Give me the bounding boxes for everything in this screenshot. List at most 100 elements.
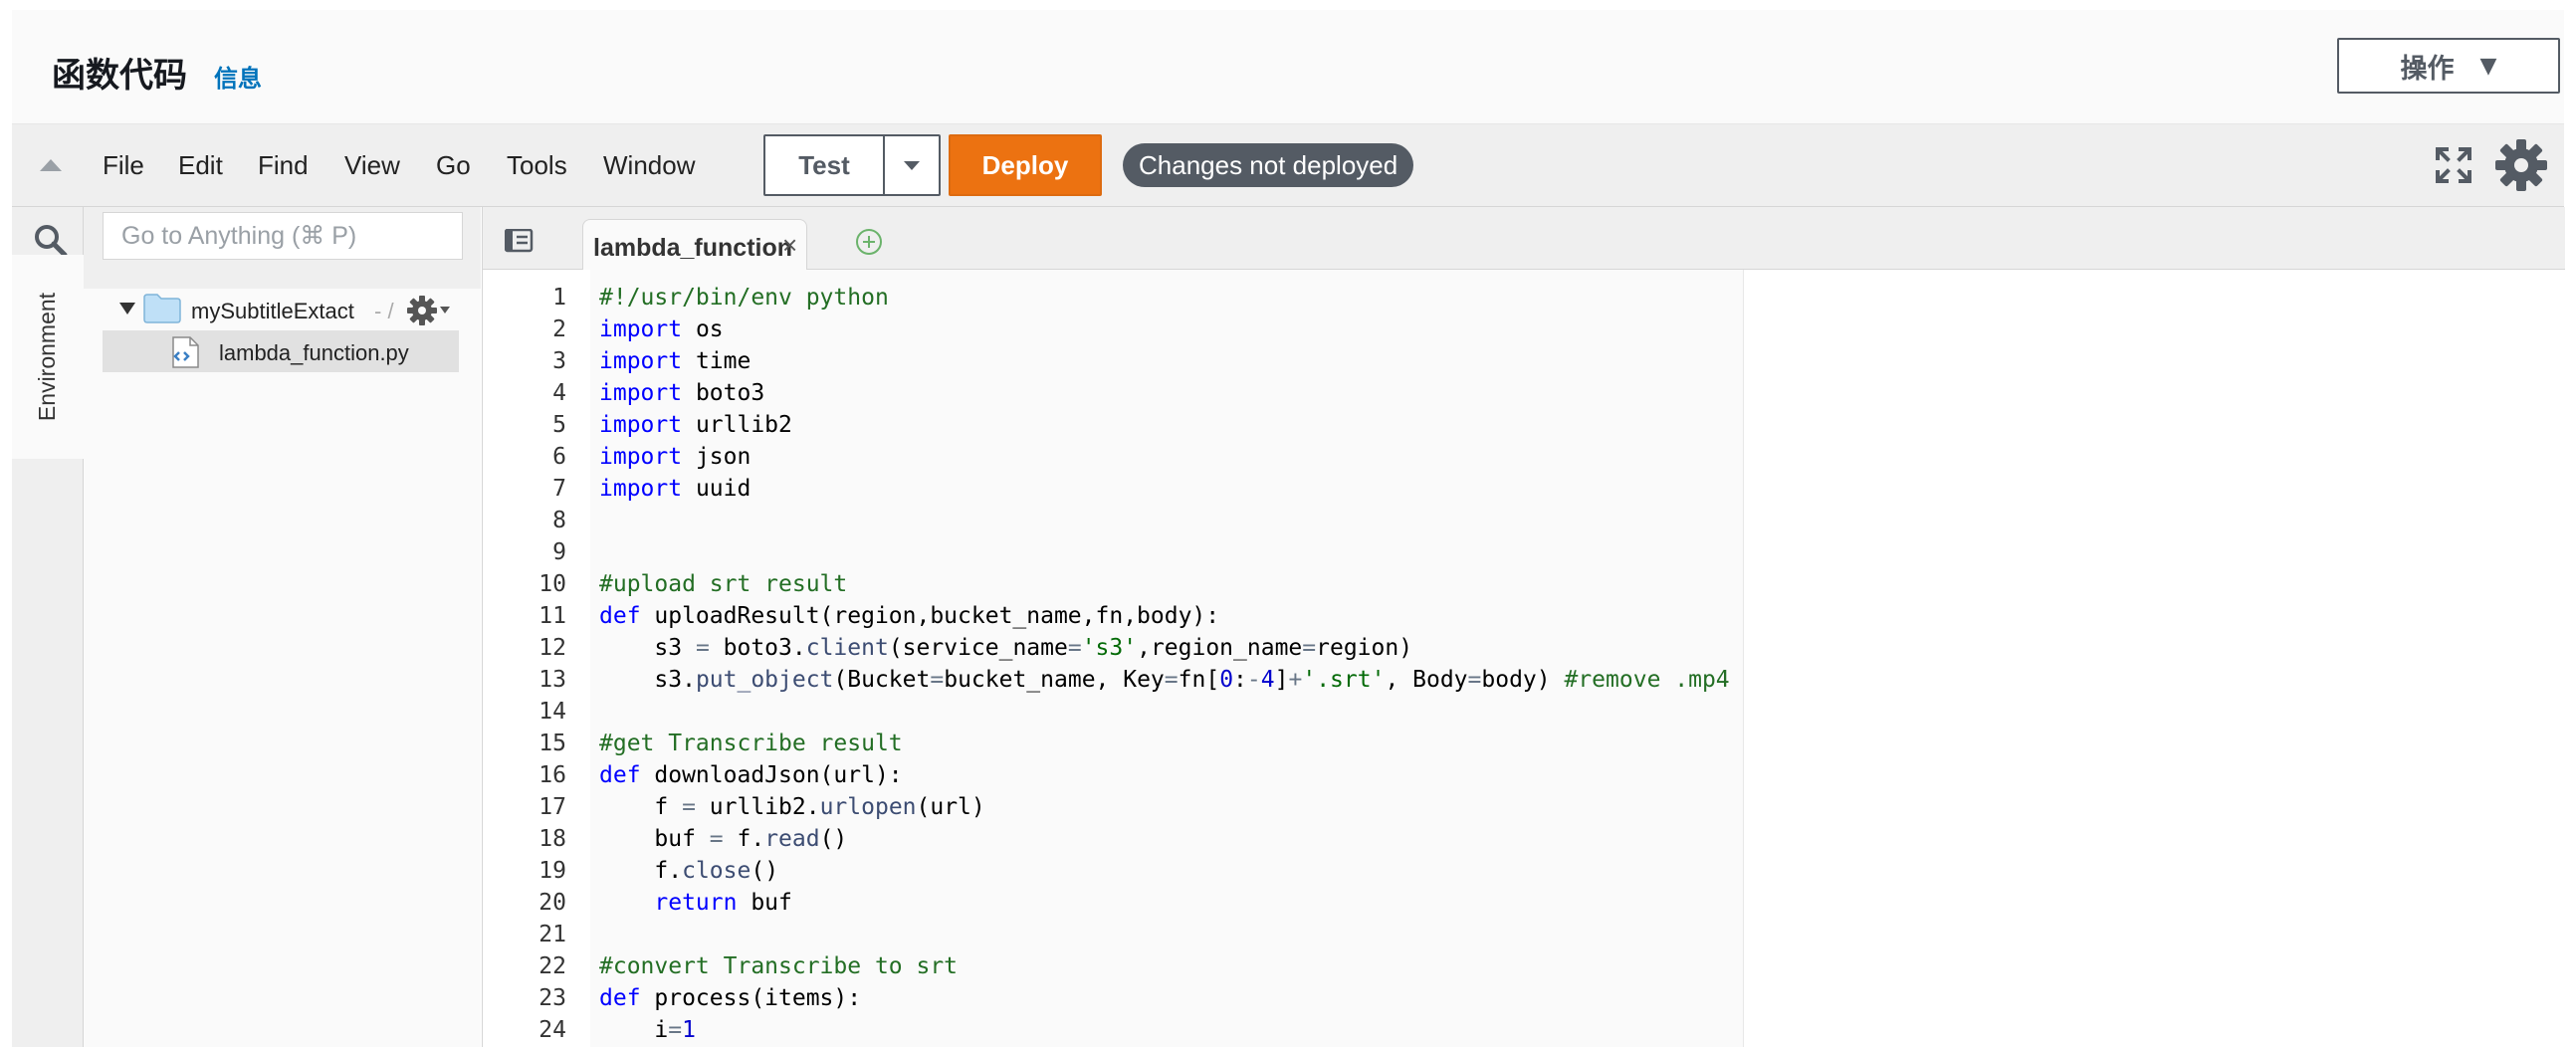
code-line[interactable]: #get Transcribe result: [599, 728, 2291, 759]
file-name: lambda_function.py: [219, 340, 409, 365]
line-number: 20: [538, 890, 566, 916]
close-icon[interactable]: ×: [782, 230, 797, 261]
code-line[interactable]: import json: [599, 441, 2291, 473]
fullscreen-icon[interactable]: [2435, 146, 2472, 184]
tree-folder-row[interactable]: mySubtitleExtact - /: [84, 289, 481, 328]
code-token-plain: , Body: [1385, 667, 1468, 693]
line-number: 24: [538, 1017, 566, 1043]
code-token-op: =: [1067, 635, 1082, 661]
python-file-icon: [172, 336, 199, 368]
caret-down-icon[interactable]: [119, 303, 135, 314]
code-line[interactable]: #upload srt result: [599, 568, 2291, 600]
code-line[interactable]: import os: [599, 314, 2291, 345]
status-badge: Changes not deployed: [1123, 143, 1414, 187]
menu-tools[interactable]: Tools: [507, 150, 567, 181]
deploy-button[interactable]: Deploy: [949, 134, 1102, 196]
folder-name: mySubtitleExtact: [191, 299, 354, 323]
line-number: 2: [552, 316, 566, 342]
code-token-keyword: def: [599, 762, 641, 788]
go-to-anything-input[interactable]: Go to Anything (⌘ P): [103, 212, 463, 260]
code-token-plain: buf: [737, 890, 792, 916]
tree-gear-icon[interactable]: [406, 295, 438, 326]
tab-list-icon[interactable]: [505, 229, 535, 253]
menu-go[interactable]: Go: [436, 150, 471, 181]
environment-tab-label: Environment: [34, 292, 61, 422]
code-token-method: put_object: [695, 667, 834, 693]
line-number: 18: [538, 826, 566, 852]
code-line[interactable]: def process(items):: [599, 982, 2291, 1014]
editor-tab-label: lambda_function: [593, 234, 793, 262]
code-token-op: =: [695, 635, 710, 661]
tree-file-row[interactable]: lambda_function.py: [103, 330, 459, 372]
gear-icon[interactable]: [2494, 138, 2548, 192]
code-token-keyword: import: [599, 348, 683, 374]
line-number: 19: [538, 858, 566, 884]
code-line[interactable]: s3 = boto3.client(service_name='s3',regi…: [599, 632, 2291, 664]
test-button[interactable]: Test: [765, 136, 883, 194]
page-header: 函数代码 信息 操作 ▼: [12, 10, 2564, 124]
code-line[interactable]: import uuid: [599, 473, 2291, 505]
menu-edit[interactable]: Edit: [178, 150, 223, 181]
code-line[interactable]: def uploadResult(region,bucket_name,fn,b…: [599, 600, 2291, 632]
line-number: 17: [538, 794, 566, 820]
code-token-keyword: def: [599, 603, 641, 629]
code-token-plain: boto3.: [709, 635, 806, 661]
code-line[interactable]: #convert Transcribe to srt: [599, 950, 2291, 982]
code-token-plain: f.: [599, 858, 683, 884]
menu-view[interactable]: View: [344, 150, 400, 181]
actions-button[interactable]: 操作 ▼: [2337, 38, 2560, 94]
code-line[interactable]: i=1: [599, 1014, 2291, 1046]
code-line[interactable]: [599, 696, 2291, 728]
add-tab-icon[interactable]: [855, 228, 883, 256]
code-token-plain: f: [599, 794, 683, 820]
collapse-up-icon[interactable]: [40, 159, 62, 171]
line-number-gutter: 1 2 3 4 5 6 7 8 9 10 11 12 13 14 15 16 17 18 19 20 21 22 23 24: [483, 282, 566, 1046]
test-dropdown-button[interactable]: [885, 136, 939, 194]
code-line[interactable]: s3.put_object(Bucket=bucket_name, Key=fn…: [599, 664, 2291, 696]
code-line[interactable]: [599, 919, 2291, 950]
code-line[interactable]: def downloadJson(url):: [599, 759, 2291, 791]
code-lines[interactable]: #!/usr/bin/env python import os import tim…: [599, 282, 2291, 1046]
menu-window[interactable]: Window: [603, 150, 695, 181]
menu-find[interactable]: Find: [258, 150, 309, 181]
code-token-plain: i: [599, 1017, 669, 1043]
code-line[interactable]: return buf: [599, 887, 2291, 919]
code-line[interactable]: #!/usr/bin/env python: [599, 282, 2291, 314]
code-token-op: =: [1302, 635, 1317, 661]
code-line[interactable]: [599, 536, 2291, 568]
info-link[interactable]: 信息: [214, 59, 262, 94]
line-number: 14: [538, 699, 566, 725]
line-number: 23: [538, 985, 566, 1011]
line-number: 21: [538, 922, 566, 947]
code-line[interactable]: f = urllib2.urlopen(url): [599, 791, 2291, 823]
code-token-op: +: [1288, 667, 1303, 693]
search-icon[interactable]: [32, 222, 68, 258]
code-token-plain: uuid: [682, 476, 751, 502]
menu-file[interactable]: File: [103, 150, 144, 181]
ide-toolbar: File Edit Find View Go Tools Window Test…: [12, 124, 2564, 207]
code-token-plain: (Bucket: [833, 667, 931, 693]
code-token-plain: f.: [723, 826, 765, 852]
code-token-method: urlopen: [819, 794, 917, 820]
code-editor[interactable]: 1 2 3 4 5 6 7 8 9 10 11 12 13 14 15 16 17 18 19 20 21 22 23 24 …: [482, 270, 2565, 1047]
code-token-op: =: [1467, 667, 1482, 693]
code-token-op: =: [682, 794, 696, 820]
code-token-plain: :: [1233, 667, 1247, 693]
code-line[interactable]: f.close(): [599, 855, 2291, 887]
code-line[interactable]: import urllib2: [599, 409, 2291, 441]
code-token-plain: boto3: [682, 380, 765, 406]
code-line[interactable]: import time: [599, 345, 2291, 377]
code-line[interactable]: import boto3: [599, 377, 2291, 409]
code-token-plain: downloadJson(url):: [640, 762, 903, 788]
actions-label: 操作: [2400, 53, 2455, 85]
code-token-keyword: import: [599, 412, 683, 438]
environment-tab[interactable]: Environment: [12, 255, 85, 459]
line-number: 1: [552, 285, 566, 311]
code-line[interactable]: buf = f.read(): [599, 823, 2291, 855]
page-title: 函数代码: [52, 56, 187, 96]
code-token-plain: s3: [599, 635, 696, 661]
caret-down-icon[interactable]: [440, 307, 450, 314]
code-line[interactable]: [599, 505, 2291, 536]
tab-lambda-function[interactable]: lambda_function ×: [582, 219, 807, 270]
